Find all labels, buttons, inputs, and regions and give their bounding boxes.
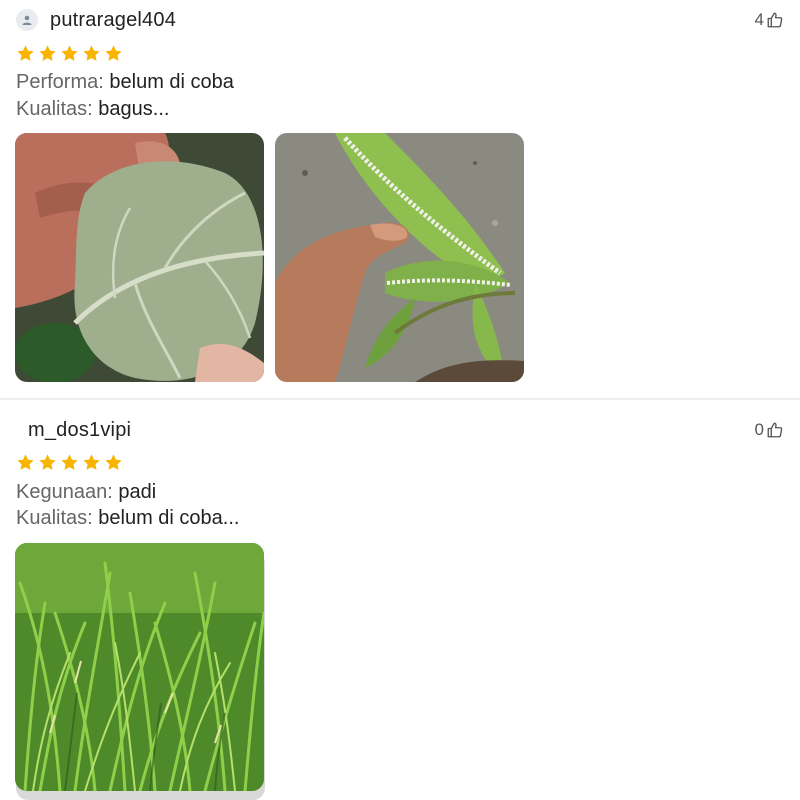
like-count: 0 [754, 420, 764, 439]
like-count: 4 [754, 10, 764, 29]
username[interactable]: putraragel404 [50, 9, 176, 32]
attribute-label: Performa: [16, 71, 104, 93]
review-header: putraragel404 [16, 8, 176, 32]
attribute-label: Kualitas: [16, 507, 93, 529]
review-attribute: Kualitas: bagus... [16, 97, 169, 121]
star-icon [17, 45, 34, 61]
mango-leaves-photo[interactable] [275, 133, 524, 382]
review-attribute: Performa: belum di coba [16, 70, 234, 94]
attribute-value: belum di coba [109, 71, 234, 93]
star-icon [17, 454, 34, 470]
star-rating [16, 44, 123, 63]
attribute-label: Kegunaan: [16, 481, 113, 503]
star-icon [105, 45, 122, 61]
star-icon [105, 454, 122, 470]
attribute-label: Kualitas: [16, 98, 93, 120]
rice-field-photo[interactable] [15, 543, 264, 791]
attribute-value: belum di coba... [98, 507, 240, 529]
thumbs-up-icon [767, 12, 783, 28]
person-icon [22, 15, 32, 25]
avatar[interactable] [16, 9, 38, 31]
star-icon [61, 454, 78, 470]
attribute-value: padi [118, 481, 157, 503]
review-attribute: Kualitas: belum di coba... [16, 506, 239, 530]
star-icon [61, 45, 78, 61]
star-icon [83, 45, 100, 61]
star-icon [83, 454, 100, 470]
thumbs-up-icon [767, 422, 783, 438]
attribute-value: bagus... [98, 98, 170, 120]
review-card: m_dos1vipi 0 Kegunaan: padi Kualitas: be… [0, 400, 800, 800]
username[interactable]: m_dos1vipi [28, 419, 131, 442]
leaf-underside-photo[interactable] [15, 133, 264, 382]
review-header: m_dos1vipi [16, 418, 265, 800]
review-attribute: Kegunaan: padi [16, 480, 156, 504]
like-button[interactable]: 0 [755, 420, 784, 440]
star-rating [16, 453, 123, 472]
star-icon [39, 45, 56, 61]
review-card: putraragel404 4 Performa: belum di coba … [0, 0, 800, 398]
like-button[interactable]: 4 [755, 10, 784, 30]
star-icon [39, 454, 56, 470]
